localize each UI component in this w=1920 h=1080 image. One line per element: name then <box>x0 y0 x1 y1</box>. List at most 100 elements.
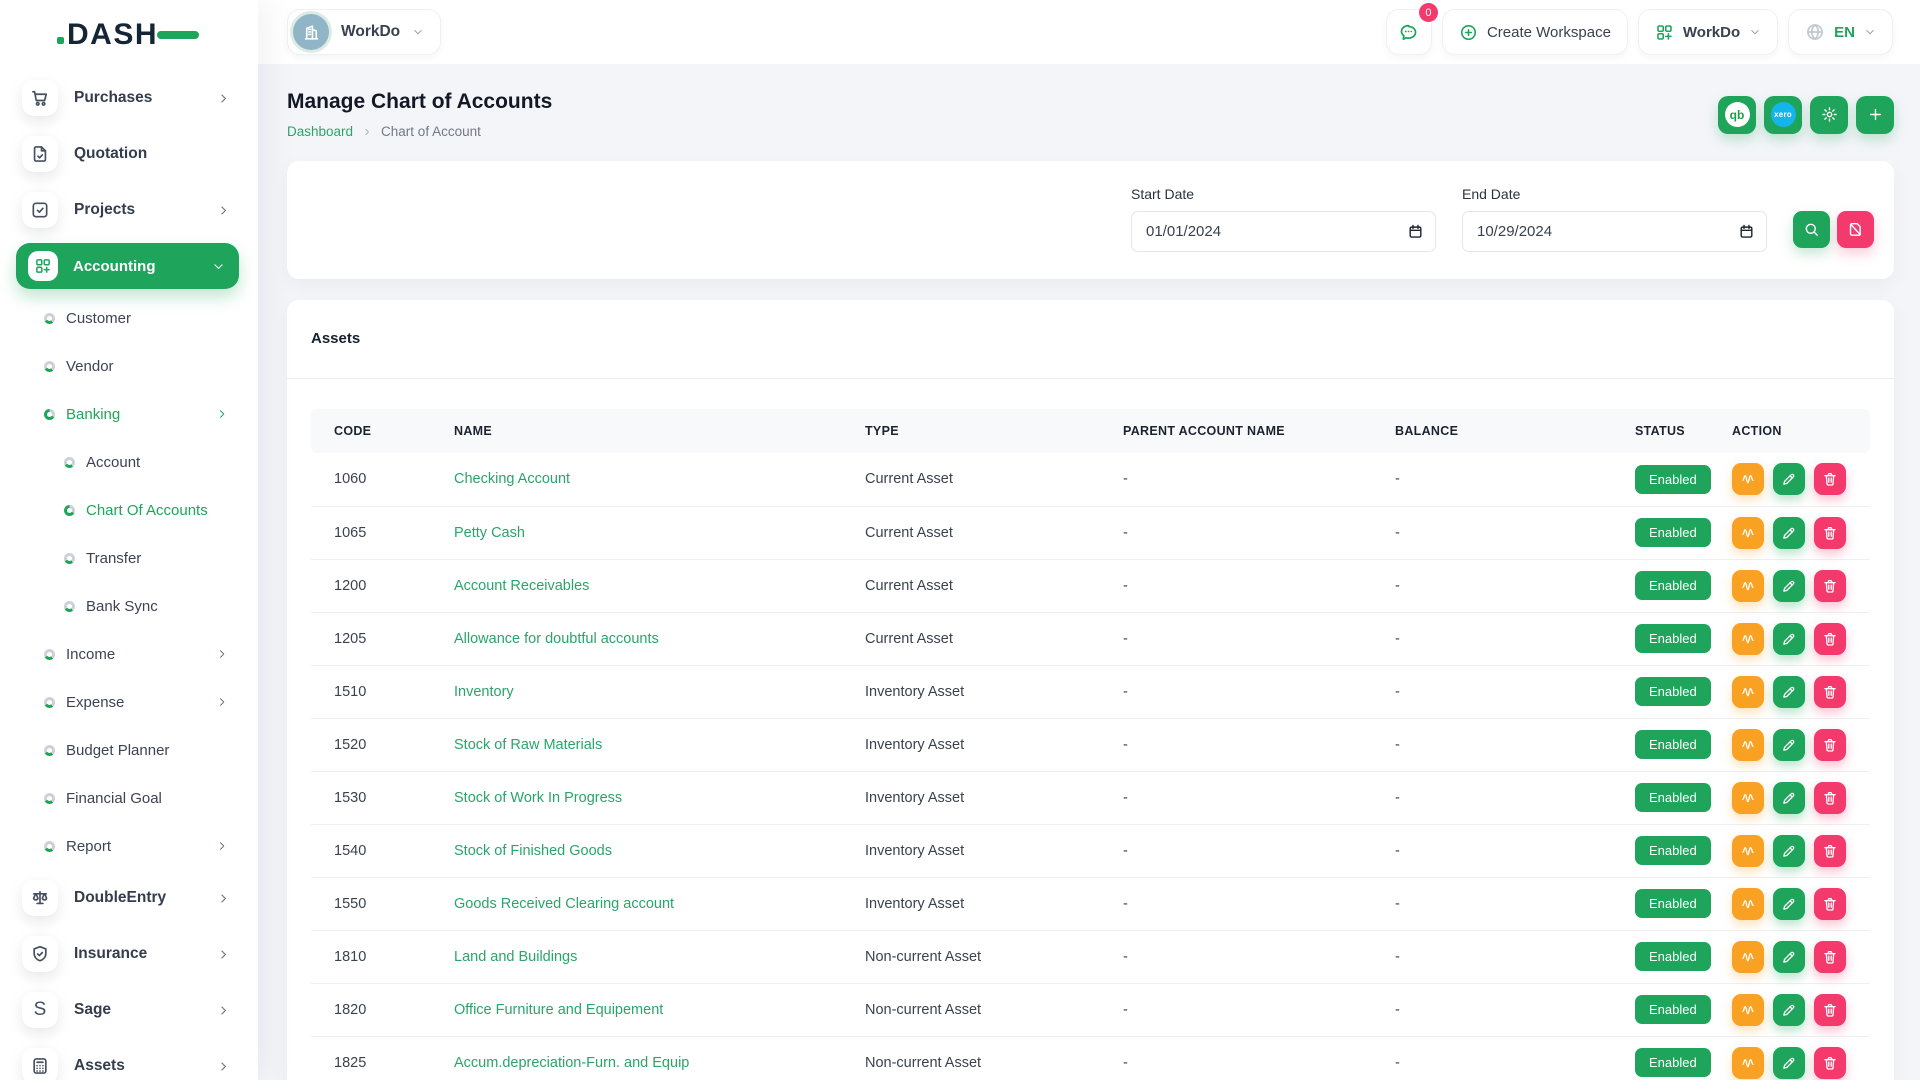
sidebar-item-sage[interactable]: SSage <box>0 982 258 1038</box>
sidebar-item-financial-goal[interactable]: Financial Goal <box>0 774 258 822</box>
status-badge[interactable]: Enabled <box>1635 465 1711 494</box>
account-name-link[interactable]: Stock of Raw Materials <box>454 737 602 753</box>
start-date-input[interactable] <box>1131 211 1436 252</box>
messages-button[interactable]: 0 <box>1386 9 1432 55</box>
journal-entry-button[interactable] <box>1732 729 1764 761</box>
account-name-link[interactable]: Checking Account <box>454 471 570 487</box>
sidebar-item-projects[interactable]: Projects <box>0 182 258 238</box>
status-badge[interactable]: Enabled <box>1635 1048 1711 1077</box>
sidebar-item-report[interactable]: Report <box>0 822 258 870</box>
account-name-link[interactable]: Petty Cash <box>454 525 525 541</box>
sidebar-item-chart-of-accounts[interactable]: Chart Of Accounts <box>0 486 258 534</box>
delete-button[interactable] <box>1814 1047 1846 1079</box>
sidebar-item-transfer[interactable]: Transfer <box>0 534 258 582</box>
journal-entry-button[interactable] <box>1732 1047 1764 1079</box>
edit-button[interactable] <box>1773 729 1805 761</box>
journal-entry-button[interactable] <box>1732 782 1764 814</box>
sidebar-item-budget-planner[interactable]: Budget Planner <box>0 726 258 774</box>
journal-entry-button[interactable] <box>1732 835 1764 867</box>
calendar-icon[interactable] <box>1738 223 1755 240</box>
journal-entry-button[interactable] <box>1732 570 1764 602</box>
status-badge[interactable]: Enabled <box>1635 836 1711 865</box>
edit-button[interactable] <box>1773 570 1805 602</box>
reset-filter-button[interactable] <box>1837 211 1874 248</box>
delete-button[interactable] <box>1814 517 1846 549</box>
sidebar-item-vendor[interactable]: Vendor <box>0 342 258 390</box>
edit-button[interactable] <box>1773 1047 1805 1079</box>
account-name-link[interactable]: Account Receivables <box>454 578 589 594</box>
account-name-link[interactable]: Inventory <box>454 684 514 700</box>
delete-button[interactable] <box>1814 570 1846 602</box>
journal-entry-button[interactable] <box>1732 517 1764 549</box>
sidebar-item-income[interactable]: Income <box>0 630 258 678</box>
breadcrumb-dashboard-link[interactable]: Dashboard <box>287 124 353 139</box>
account-name-link[interactable]: Land and Buildings <box>454 949 577 965</box>
cell-actions <box>1732 559 1870 612</box>
journal-entry-button[interactable] <box>1732 941 1764 973</box>
edit-button[interactable] <box>1773 994 1805 1026</box>
journal-entry-button[interactable] <box>1732 623 1764 655</box>
cell-type: Inventory Asset <box>865 824 1123 877</box>
edit-button[interactable] <box>1773 463 1805 495</box>
status-badge[interactable]: Enabled <box>1635 889 1711 918</box>
edit-button[interactable] <box>1773 623 1805 655</box>
sidebar-item-purchases[interactable]: Purchases <box>0 70 258 126</box>
sidebar-item-expense[interactable]: Expense <box>0 678 258 726</box>
xero-export-button[interactable]: xero <box>1764 96 1802 134</box>
status-badge[interactable]: Enabled <box>1635 995 1711 1024</box>
delete-button[interactable] <box>1814 941 1846 973</box>
account-name-link[interactable]: Accum.depreciation-Furn. and Equip <box>454 1055 689 1071</box>
edit-button[interactable] <box>1773 517 1805 549</box>
edit-button[interactable] <box>1773 941 1805 973</box>
language-button[interactable]: EN <box>1788 9 1893 55</box>
apply-filter-button[interactable] <box>1793 211 1830 248</box>
journal-entry-button[interactable] <box>1732 994 1764 1026</box>
delete-button[interactable] <box>1814 623 1846 655</box>
workspace-switcher[interactable]: WorkDo <box>287 9 441 55</box>
sidebar-item-bank-sync[interactable]: Bank Sync <box>0 582 258 630</box>
workspace-menu-button[interactable]: WorkDo <box>1638 9 1778 55</box>
settings-button[interactable] <box>1810 96 1848 134</box>
sidebar-item-banking[interactable]: Banking <box>0 390 258 438</box>
delete-button[interactable] <box>1814 888 1846 920</box>
add-account-button[interactable] <box>1856 96 1894 134</box>
file-check-icon <box>22 136 58 172</box>
delete-button[interactable] <box>1814 729 1846 761</box>
create-workspace-button[interactable]: Create Workspace <box>1442 9 1628 55</box>
account-name-link[interactable]: Goods Received Clearing account <box>454 896 674 912</box>
journal-entry-button[interactable] <box>1732 676 1764 708</box>
edit-button[interactable] <box>1773 782 1805 814</box>
calendar-icon[interactable] <box>1407 223 1424 240</box>
account-name-link[interactable]: Stock of Work In Progress <box>454 790 622 806</box>
account-name-link[interactable]: Office Furniture and Equipement <box>454 1002 663 1018</box>
status-badge[interactable]: Enabled <box>1635 677 1711 706</box>
delete-button[interactable] <box>1814 463 1846 495</box>
sidebar-item-insurance[interactable]: Insurance <box>0 926 258 982</box>
sidebar-item-account[interactable]: Account <box>0 438 258 486</box>
delete-button[interactable] <box>1814 676 1846 708</box>
account-name-link[interactable]: Allowance for doubtful accounts <box>454 631 659 647</box>
sidebar-item-assets[interactable]: Assets <box>0 1038 258 1080</box>
edit-button[interactable] <box>1773 676 1805 708</box>
delete-button[interactable] <box>1814 835 1846 867</box>
sidebar-item-customer[interactable]: Customer <box>0 294 258 342</box>
status-badge[interactable]: Enabled <box>1635 624 1711 653</box>
journal-entry-button[interactable] <box>1732 888 1764 920</box>
status-badge[interactable]: Enabled <box>1635 518 1711 547</box>
end-date-input[interactable] <box>1462 211 1767 252</box>
sidebar-item-doubleentry[interactable]: DoubleEntry <box>0 870 258 926</box>
account-name-link[interactable]: Stock of Finished Goods <box>454 843 612 859</box>
edit-button[interactable] <box>1773 888 1805 920</box>
delete-button[interactable] <box>1814 782 1846 814</box>
sidebar-item-quotation[interactable]: Quotation <box>0 126 258 182</box>
app-logo[interactable]: DASH <box>0 0 258 70</box>
sidebar-item-accounting[interactable]: Accounting <box>16 243 239 289</box>
status-badge[interactable]: Enabled <box>1635 571 1711 600</box>
journal-entry-button[interactable] <box>1732 463 1764 495</box>
status-badge[interactable]: Enabled <box>1635 730 1711 759</box>
delete-button[interactable] <box>1814 994 1846 1026</box>
status-badge[interactable]: Enabled <box>1635 783 1711 812</box>
quickbooks-export-button[interactable]: qb <box>1718 96 1756 134</box>
status-badge[interactable]: Enabled <box>1635 942 1711 971</box>
edit-button[interactable] <box>1773 835 1805 867</box>
